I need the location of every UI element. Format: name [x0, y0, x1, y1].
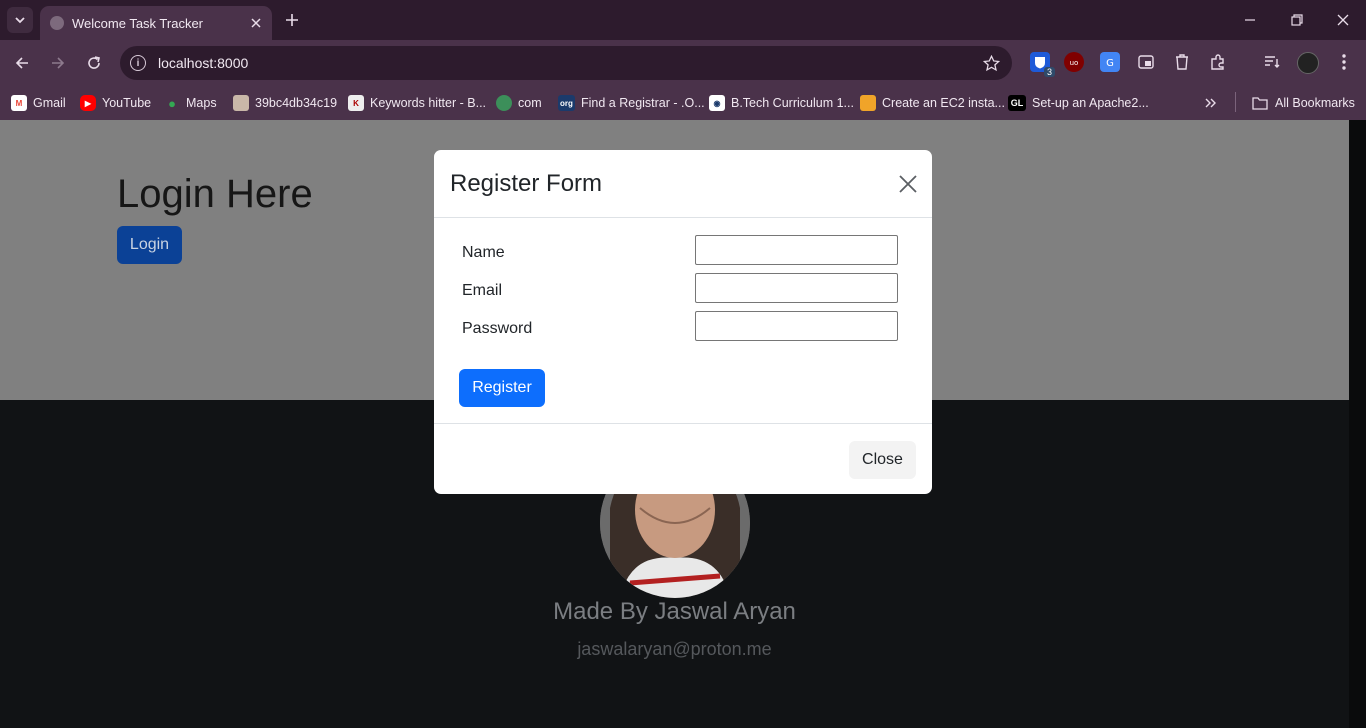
bookmark-apache[interactable]: GL Set-up an Apache2...	[1008, 93, 1149, 113]
bookmark-label: Maps	[186, 96, 217, 110]
bookmarks-divider	[1235, 92, 1236, 112]
name-input[interactable]	[695, 235, 898, 265]
maps-icon: ●	[168, 95, 176, 111]
translate-icon[interactable]: G	[1100, 52, 1120, 72]
browser-toolbar: i localhost:8000 3 uo G	[0, 40, 1366, 86]
arrow-left-icon	[15, 57, 28, 69]
email-label: Email	[462, 282, 503, 299]
tab-search-button[interactable]	[7, 7, 33, 33]
footer-email: jaswalaryan@proton.me	[577, 639, 772, 659]
trash-icon[interactable]	[1172, 52, 1192, 72]
modal-title: Register Form	[450, 170, 603, 197]
modal-close-x-button[interactable]	[896, 172, 920, 196]
media-icon[interactable]	[1136, 52, 1156, 72]
bookmark-label: Create an EC2 insta...	[882, 96, 1005, 110]
modal-footer: Close	[434, 423, 932, 494]
tab-strip: Welcome Task Tracker	[0, 0, 1366, 40]
password-label: Password	[462, 320, 533, 337]
bookmarks-bar: M Gmail ▶ YouTube ● Maps 39bc4db34c19 K …	[0, 86, 1366, 120]
bookmark-label: 39bc4db34c19	[255, 96, 338, 110]
double-chevron-icon	[1205, 98, 1216, 108]
close-icon	[1337, 14, 1349, 26]
reading-list-icon[interactable]	[1262, 52, 1282, 72]
restore-button[interactable]	[1282, 6, 1312, 34]
extension-badge: 3	[1043, 67, 1055, 77]
browser-tab[interactable]: Welcome Task Tracker	[40, 6, 272, 40]
globe-icon	[496, 95, 512, 111]
all-bookmarks-label: All Bookmarks	[1275, 96, 1355, 110]
scrollbar[interactable]	[1349, 120, 1366, 728]
minimize-icon	[1245, 19, 1255, 21]
youtube-icon: ▶	[80, 95, 96, 111]
page-heading: Login Here	[117, 172, 313, 216]
bookmark-maps[interactable]: ● Maps	[164, 93, 217, 113]
modal-header: Register Form	[434, 150, 932, 218]
footer-name: Made By Jaswal Aryan	[553, 598, 796, 625]
bookmark-label: Keywords hitter - B...	[370, 96, 487, 110]
gmail-icon: M	[11, 95, 27, 111]
bitwarden-icon[interactable]: 3	[1030, 52, 1055, 77]
bookmark-gmail[interactable]: M Gmail	[11, 93, 66, 113]
bookmark-com[interactable]: com	[496, 93, 542, 113]
tab-title: Welcome Task Tracker	[72, 15, 204, 31]
close-button[interactable]: Close	[849, 441, 916, 479]
keywords-icon: K	[348, 95, 364, 111]
bookmark-label: Gmail	[33, 96, 66, 110]
ublock-icon[interactable]: uo	[1064, 52, 1084, 72]
gl-icon: GL	[1008, 95, 1026, 111]
email-input[interactable]	[695, 273, 898, 303]
reload-button[interactable]	[82, 51, 106, 75]
bookmarks-overflow-button[interactable]	[1204, 93, 1216, 113]
bookmark-label: Set-up an Apache2...	[1032, 96, 1149, 110]
tab-close-button[interactable]	[248, 15, 264, 31]
bookmark-youtube[interactable]: ▶ YouTube	[80, 93, 151, 113]
bookmark-label: com	[518, 96, 542, 110]
name-label: Name	[462, 244, 505, 261]
address-bar[interactable]: i localhost:8000	[120, 46, 1012, 80]
kebab-menu-icon[interactable]	[1334, 52, 1354, 72]
minimize-button[interactable]	[1235, 6, 1265, 34]
bookmark-label: Find a Registrar - .O...	[581, 96, 705, 110]
close-icon	[251, 18, 261, 28]
plus-icon	[286, 14, 298, 26]
aws-icon	[860, 95, 876, 111]
svg-text:uo: uo	[1070, 59, 1079, 66]
reload-icon	[88, 56, 100, 69]
curriculum-icon: ◉	[709, 95, 725, 111]
new-tab-button[interactable]	[280, 8, 304, 32]
bookmark-btech[interactable]: ◉ B.Tech Curriculum 1...	[709, 93, 854, 113]
bookmark-39bc[interactable]: 39bc4db34c19	[233, 93, 337, 113]
arrow-right-icon	[52, 57, 65, 69]
register-button[interactable]: Register	[459, 369, 545, 407]
profile-avatar-icon[interactable]	[1297, 52, 1319, 74]
bookmark-ec2[interactable]: Create an EC2 insta...	[860, 93, 1005, 113]
folder-icon	[1252, 97, 1268, 110]
bookmark-label: B.Tech Curriculum 1...	[731, 96, 854, 110]
bookmark-star-icon[interactable]	[982, 54, 1000, 72]
chevron-down-icon	[15, 17, 25, 24]
all-bookmarks-button[interactable]: All Bookmarks	[1252, 93, 1355, 113]
password-input[interactable]	[695, 311, 898, 341]
bookmark-label: YouTube	[102, 96, 152, 110]
close-window-button[interactable]	[1328, 6, 1358, 34]
forward-button[interactable]	[46, 51, 70, 75]
restore-icon	[1291, 14, 1303, 26]
page-icon	[233, 95, 249, 111]
puzzle-icon[interactable]	[1208, 52, 1228, 72]
login-button[interactable]: Login	[117, 226, 182, 264]
globe-icon	[50, 16, 64, 30]
svg-text:G: G	[1106, 58, 1114, 68]
bookmark-keywords[interactable]: K Keywords hitter - B...	[348, 93, 486, 113]
site-info-icon[interactable]: i	[130, 55, 146, 71]
register-modal: Register Form Name Email Password Regist…	[434, 150, 932, 494]
back-button[interactable]	[10, 51, 34, 75]
url-text: localhost:8000	[158, 55, 249, 71]
close-icon	[899, 175, 917, 193]
bookmark-registrar[interactable]: org Find a Registrar - .O...	[558, 93, 705, 113]
org-icon: org	[558, 95, 575, 111]
